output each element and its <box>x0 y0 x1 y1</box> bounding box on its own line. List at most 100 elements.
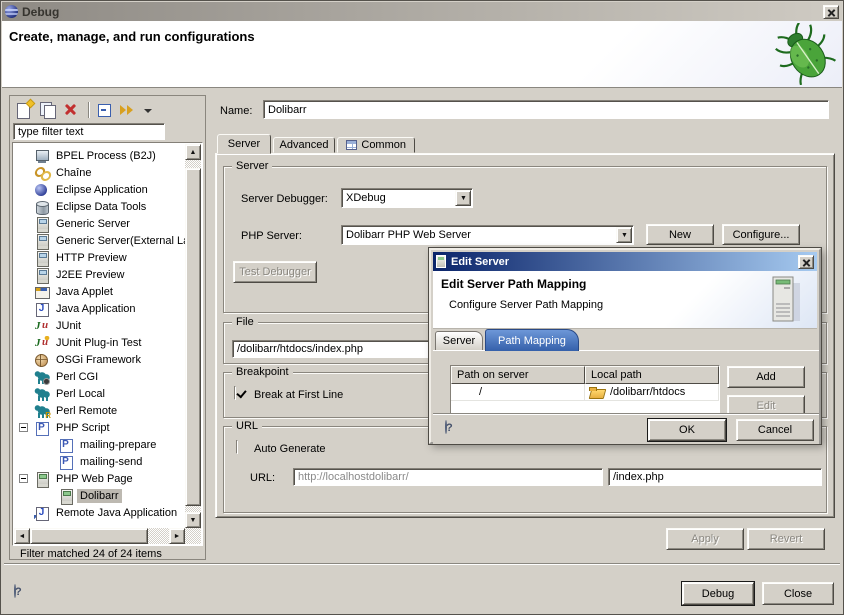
tab-advanced[interactable]: Advanced <box>273 137 335 153</box>
tree-item-dolibarr[interactable]: Dolibarr <box>14 487 185 504</box>
duplicate-configuration-icon[interactable] <box>36 100 60 120</box>
tree-item-label: Remote Java Application <box>53 506 180 520</box>
tree-item-perl-local[interactable]: Perl Local <box>14 385 185 402</box>
new-server-button[interactable]: New <box>646 224 714 245</box>
edit-server-titlebar: Edit Server <box>433 252 817 271</box>
scroll-up-icon[interactable]: ▲ <box>185 144 201 160</box>
php-icon <box>58 455 74 469</box>
database-icon <box>34 200 50 214</box>
auto-generate-checkbox[interactable] <box>236 440 238 454</box>
base-url-input[interactable] <box>293 468 603 486</box>
tree-item-perl-remote[interactable]: Perl Remote <box>14 402 185 419</box>
path-on-server-cell: / <box>451 384 585 400</box>
php-server-label: PHP Server: <box>241 230 302 242</box>
tree-item-label: PHP Web Page <box>53 472 136 486</box>
combo-dropdown-icon[interactable] <box>616 227 632 243</box>
path-mapping-table-header: Path on server Local path <box>451 366 719 384</box>
debug-button[interactable]: Debug <box>682 582 754 605</box>
tree-item-php-script[interactable]: PHP Script <box>14 419 185 436</box>
tree-item-osgi-framework[interactable]: OSGi Framework <box>14 351 185 368</box>
tree-expander-minus-icon[interactable] <box>19 474 28 483</box>
tree-expander-minus-icon[interactable] <box>19 423 28 432</box>
tree-item-mailing-send[interactable]: mailing-send <box>14 453 185 470</box>
path-mapping-row[interactable]: //dolibarr/htdocs <box>451 384 719 401</box>
url-path-input[interactable] <box>608 468 822 486</box>
scroll-down-icon[interactable]: ▼ <box>185 512 201 528</box>
close-button[interactable]: Close <box>762 582 834 605</box>
php-server-combo[interactable]: Dolibarr PHP Web Server <box>341 225 634 245</box>
cancel-button[interactable]: Cancel <box>736 419 814 441</box>
edit-server-tab-path-mapping[interactable]: Path Mapping <box>485 329 579 351</box>
server-debugger-combo[interactable]: XDebug <box>341 188 473 208</box>
filter-icon[interactable] <box>118 100 142 120</box>
dialog-help-icon[interactable] <box>445 420 447 434</box>
filter-menu-arrow-icon[interactable] <box>142 100 154 120</box>
tree-item-eclipse-data-tools[interactable]: Eclipse Data Tools <box>14 198 185 215</box>
collapse-all-icon[interactable] <box>94 100 118 120</box>
php-server-icon <box>34 472 50 486</box>
ok-button[interactable]: OK <box>648 419 726 441</box>
delete-configuration-icon[interactable] <box>60 100 84 120</box>
window-close-button[interactable] <box>823 5 839 19</box>
add-mapping-button[interactable]: Add <box>727 366 805 388</box>
combo-dropdown-icon[interactable] <box>455 190 471 206</box>
help-icon[interactable] <box>14 584 16 598</box>
column-local-path[interactable]: Local path <box>585 366 719 384</box>
php-server-icon <box>58 489 74 503</box>
debug-bug-icon <box>772 23 838 85</box>
tree-item-java-applet[interactable]: Java Applet <box>14 283 185 300</box>
java-icon <box>34 302 50 316</box>
new-configuration-icon[interactable] <box>12 100 36 120</box>
tree-item-label: HTTP Preview <box>53 251 130 265</box>
tree-item-label: Perl Local <box>53 387 108 401</box>
tree-item-eclipse-application[interactable]: Eclipse Application <box>14 181 185 198</box>
scroll-right-icon[interactable]: ► <box>169 528 185 544</box>
path-mapping-table: Path on server Local path //dolibarr/htd… <box>450 365 720 413</box>
configure-server-button[interactable]: Configure... <box>722 224 800 245</box>
edit-server-tab-server[interactable]: Server <box>435 331 483 350</box>
tree-item-perl-cgi[interactable]: Perl CGI <box>14 368 185 385</box>
tab-server[interactable]: Server <box>217 134 271 154</box>
tree-item-label: Perl CGI <box>53 370 101 384</box>
edit-server-header: Edit Server Path Mapping Configure Serve… <box>433 271 817 329</box>
scroll-left-icon[interactable]: ◄ <box>14 528 30 544</box>
perl-cgi-icon <box>34 370 50 384</box>
tree-item-label: Chaîne <box>53 166 94 180</box>
test-debugger-button[interactable]: Test Debugger <box>233 261 317 283</box>
tree-item-mailing-prepare[interactable]: mailing-prepare <box>14 436 185 453</box>
tree-item-java-application[interactable]: Java Application <box>14 300 185 317</box>
apply-button[interactable]: Apply <box>666 528 744 550</box>
edit-server-close-button[interactable] <box>798 255 814 269</box>
tree-item-http-preview[interactable]: HTTP Preview <box>14 249 185 266</box>
tree-item-remote-java-application[interactable]: Remote Java Application <box>14 504 185 521</box>
vertical-scroll-thumb[interactable] <box>185 168 201 506</box>
edit-server-title: Edit Server <box>451 256 509 268</box>
edit-mapping-button[interactable]: Edit <box>727 395 805 413</box>
tree-item-junit[interactable]: JUnit <box>14 317 185 334</box>
tree-item-label: Eclipse Application <box>53 183 151 197</box>
junit-plugin-icon <box>34 336 50 350</box>
tree-item-generic-server-external-la[interactable]: Generic Server(External La <box>14 232 185 249</box>
configurations-tree: BPEL Process (B2J) Chaîne Eclipse Applicat… <box>12 142 203 546</box>
toolbar-separator <box>88 102 90 118</box>
folder-icon <box>589 387 605 398</box>
name-input[interactable] <box>263 100 829 119</box>
revert-button[interactable]: Revert <box>747 528 825 550</box>
tree-item-php-web-page[interactable]: PHP Web Page <box>14 470 185 487</box>
tree-horizontal-scrollbar[interactable]: ◄ ► <box>14 528 185 544</box>
edit-server-dialog: Edit Server Edit Server Path Mapping Con… <box>429 248 821 444</box>
horizontal-scroll-thumb[interactable] <box>30 528 148 544</box>
tree-vertical-scrollbar[interactable]: ▲ ▼ <box>185 144 201 528</box>
break-first-line-checkbox[interactable] <box>234 386 236 400</box>
tree-item-generic-server[interactable]: Generic Server <box>14 215 185 232</box>
tree-item-cha-ne[interactable]: Chaîne <box>14 164 185 181</box>
server-icon <box>34 217 50 231</box>
filter-input[interactable] <box>13 123 165 140</box>
column-path-on-server[interactable]: Path on server <box>451 366 585 384</box>
tab-common[interactable]: Common <box>337 137 415 153</box>
tree-item-label: Generic Server(External La <box>53 234 185 248</box>
table-icon <box>346 140 357 150</box>
tree-item-j2ee-preview[interactable]: J2EE Preview <box>14 266 185 283</box>
tree-item-bpel-process-b2j[interactable]: BPEL Process (B2J) <box>14 147 185 164</box>
tree-item-junit-plug-in-test[interactable]: JUnit Plug-in Test <box>14 334 185 351</box>
